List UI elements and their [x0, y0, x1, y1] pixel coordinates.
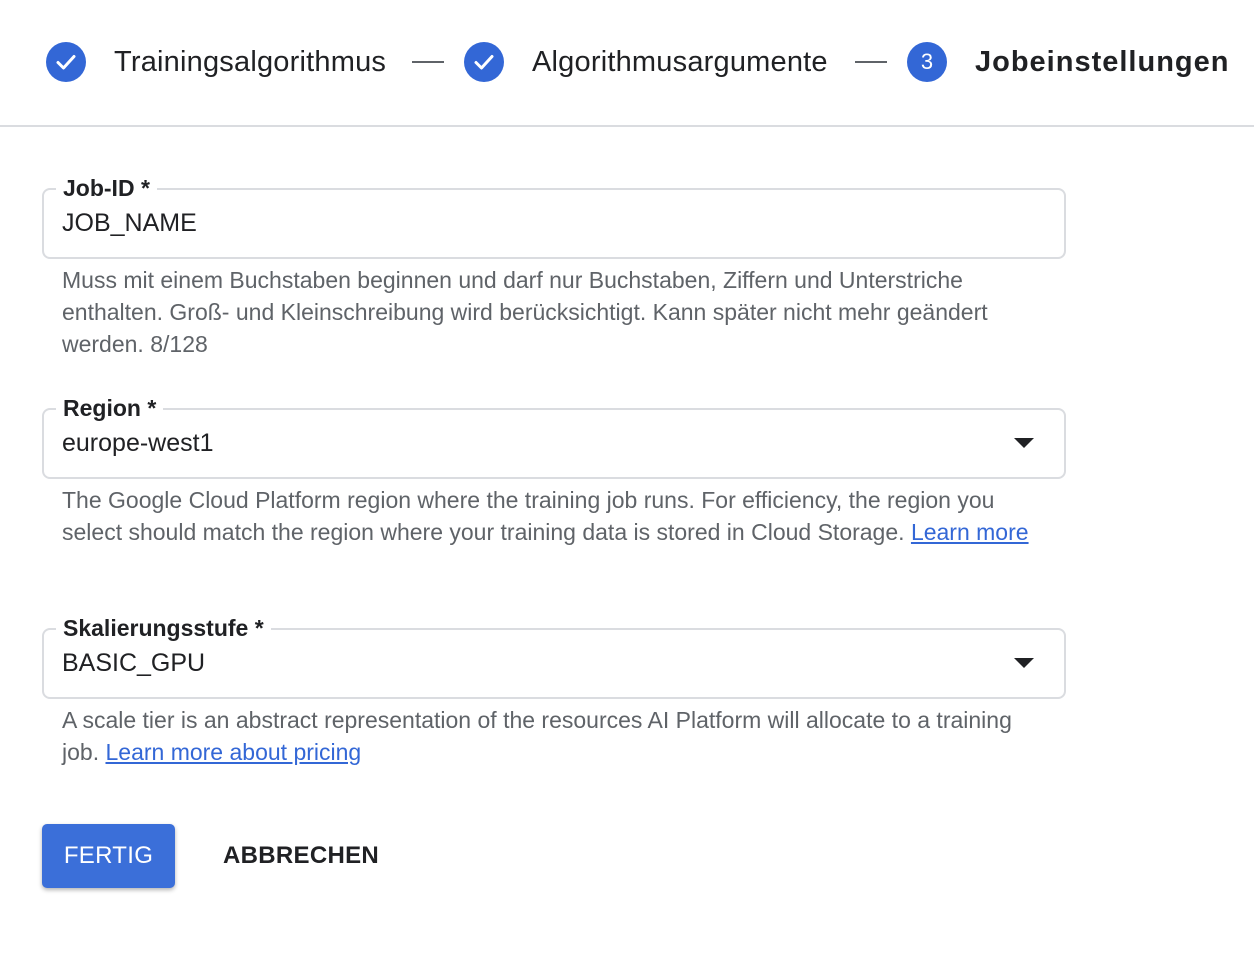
dropdown-arrow-icon[interactable] — [1014, 658, 1034, 668]
scale-tier-helper-text: A scale tier is an abstract representati… — [62, 704, 1042, 768]
region-helper-body: The Google Cloud Platform region where t… — [62, 487, 995, 545]
scale-tier-value: BASIC_GPU — [62, 649, 206, 677]
check-icon — [464, 42, 504, 82]
step-label: Jobeinstellungen — [975, 45, 1230, 78]
job-id-label: Job-ID * — [56, 174, 157, 202]
region-value: europe-west1 — [62, 429, 214, 457]
job-id-input[interactable]: JOB_NAME — [62, 207, 197, 239]
pricing-learn-more-link[interactable]: Learn more about pricing — [105, 739, 361, 765]
cancel-button[interactable]: ABBRECHEN — [215, 824, 387, 888]
region-label: Region * — [56, 394, 164, 422]
step-label: Trainingsalgorithmus — [114, 45, 387, 78]
step-connector — [855, 61, 887, 63]
scale-tier-select[interactable]: Skalierungsstufe * BASIC_GPU — [42, 614, 1066, 699]
scale-tier-label: Skalierungsstufe * — [56, 614, 271, 642]
step-training-algorithm[interactable]: Trainingsalgorithmus — [46, 41, 386, 83]
step-number-badge: 3 — [907, 42, 947, 82]
region-select[interactable]: Region * europe-west1 — [42, 394, 1066, 479]
stepper: Trainingsalgorithmus Algorithmusargument… — [0, 0, 1254, 127]
step-job-settings[interactable]: 3 Jobeinstellungen — [907, 41, 1229, 83]
dropdown-arrow-icon[interactable] — [1014, 438, 1034, 448]
step-algorithm-arguments[interactable]: Algorithmusargumente — [464, 41, 828, 83]
step-label: Algorithmusargumente — [532, 45, 828, 78]
check-icon — [46, 42, 86, 82]
job-id-field[interactable]: Job-ID * JOB_NAME — [42, 174, 1066, 259]
done-button[interactable]: FERTIG — [42, 824, 175, 888]
region-helper-text: The Google Cloud Platform region where t… — [62, 484, 1042, 548]
region-learn-more-link[interactable]: Learn more — [911, 519, 1029, 545]
job-id-helper-text: Muss mit einem Buchstaben beginnen und d… — [62, 267, 988, 357]
step-connector — [412, 61, 444, 63]
